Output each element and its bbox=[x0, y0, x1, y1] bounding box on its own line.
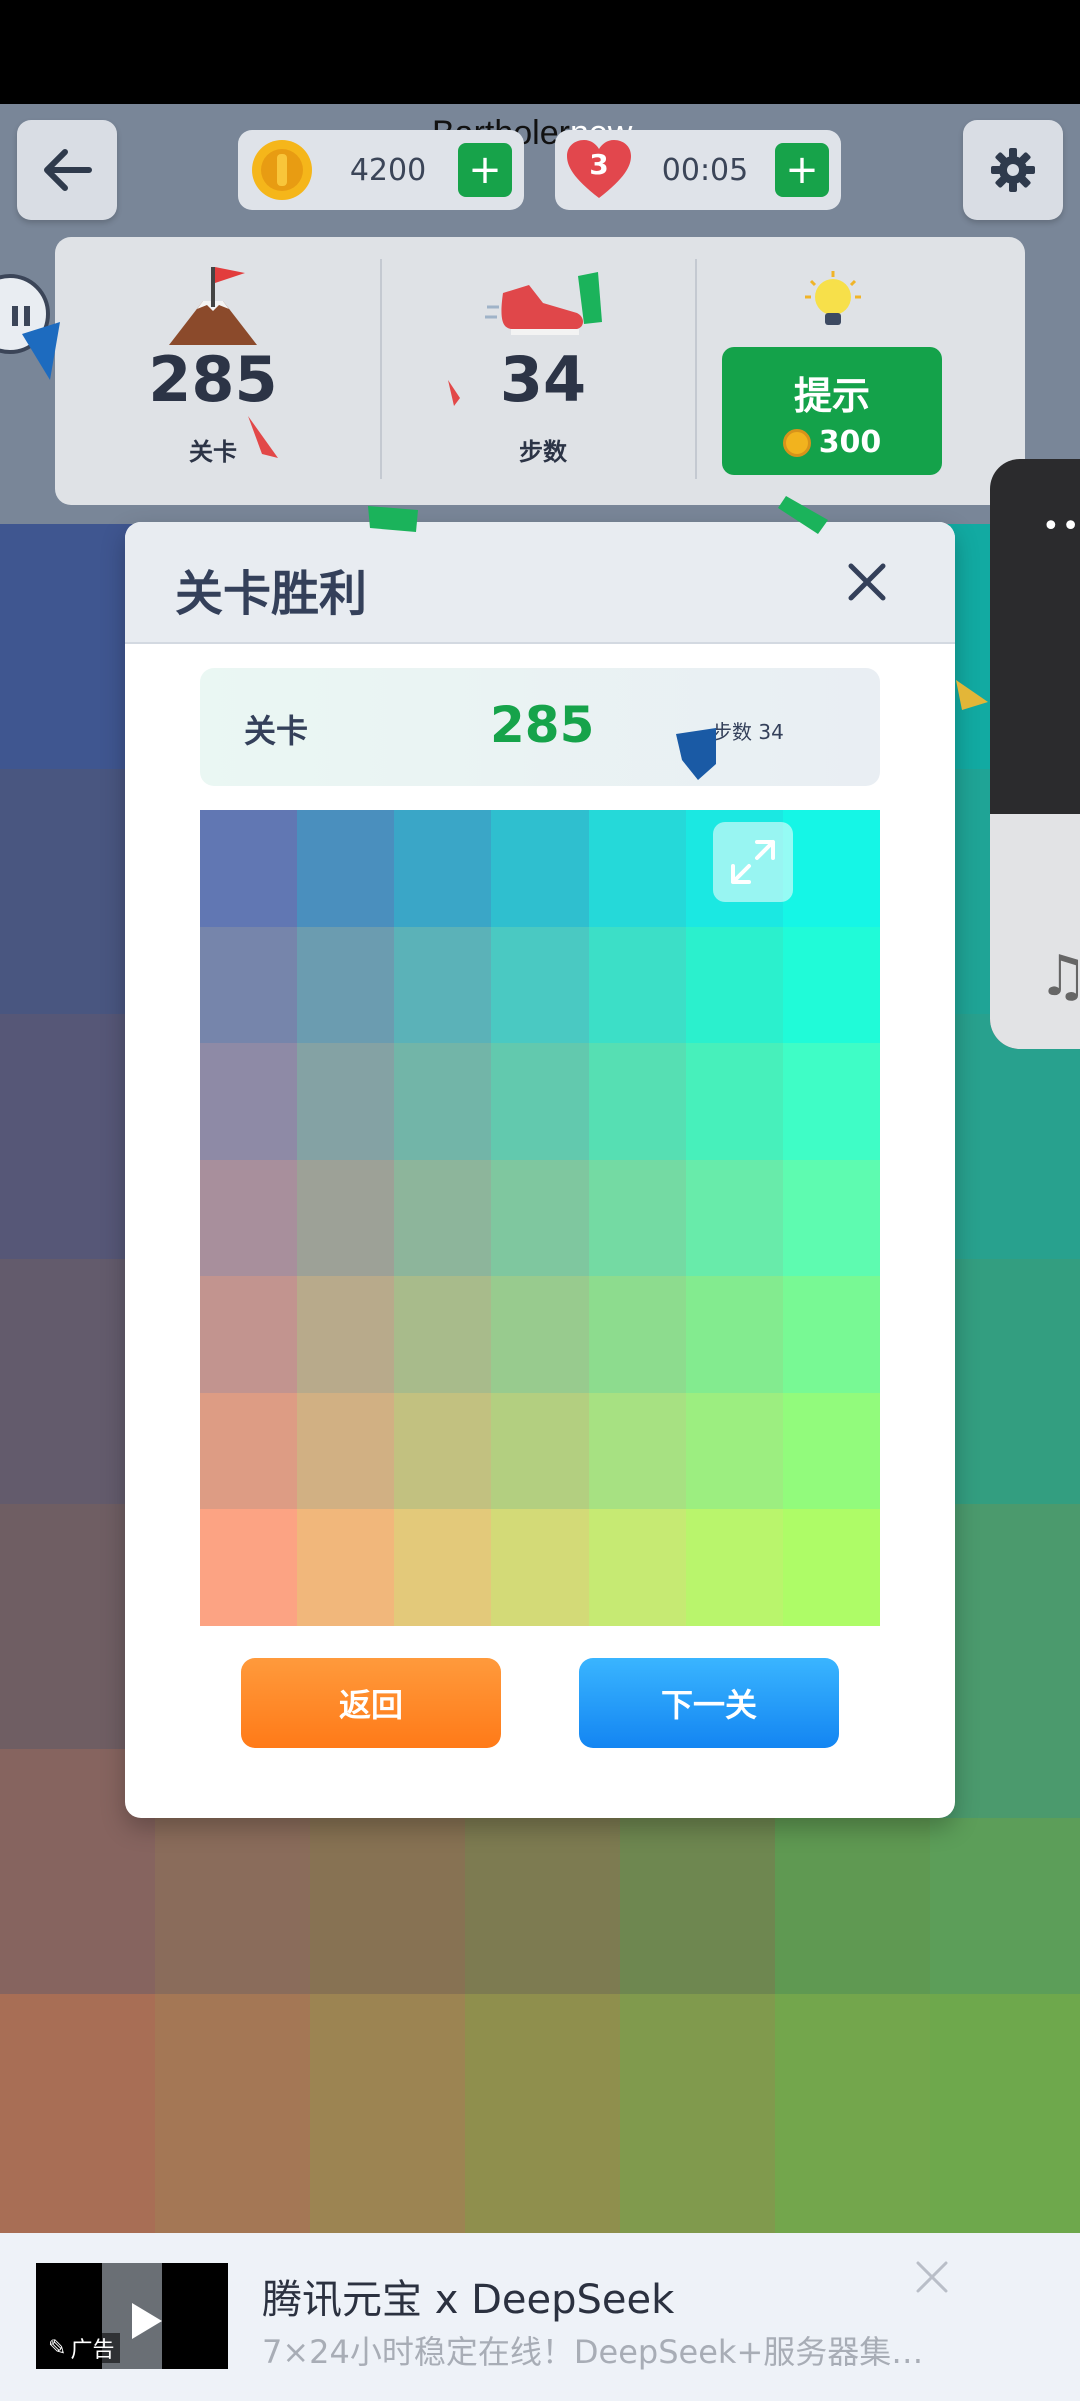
grid-tile bbox=[297, 1509, 395, 1626]
grid-tile bbox=[685, 1276, 783, 1393]
confetti-piece bbox=[578, 272, 602, 324]
confetti-piece bbox=[778, 496, 828, 534]
grid-tile bbox=[394, 1392, 492, 1510]
close-icon bbox=[916, 2261, 948, 2293]
grid-tile bbox=[685, 1509, 783, 1626]
grid-tile bbox=[491, 1509, 589, 1626]
grid-tile bbox=[297, 1392, 395, 1510]
grid-tile bbox=[297, 1043, 395, 1160]
grid-tile bbox=[782, 1392, 880, 1510]
grid-tile bbox=[491, 1043, 589, 1160]
grid-tile bbox=[297, 1276, 395, 1393]
grid-tile bbox=[200, 1159, 298, 1277]
grid-tile bbox=[588, 1043, 686, 1160]
ad-close-button[interactable] bbox=[910, 2255, 954, 2299]
confetti-piece bbox=[448, 380, 460, 406]
grid-tile bbox=[588, 1509, 686, 1626]
grid-tile bbox=[200, 1509, 298, 1626]
grid-tile bbox=[782, 1159, 880, 1277]
grid-tile bbox=[491, 1392, 589, 1510]
confetti-piece bbox=[248, 416, 278, 458]
grid-tile bbox=[782, 1509, 880, 1626]
grid-tile bbox=[491, 1276, 589, 1393]
grid-tile bbox=[394, 1509, 492, 1626]
grid-tile bbox=[394, 1276, 492, 1393]
confetti-piece bbox=[676, 728, 716, 780]
confetti-piece bbox=[22, 322, 60, 380]
grid-tile bbox=[685, 1159, 783, 1277]
confetti-piece bbox=[956, 680, 988, 710]
grid-tile bbox=[394, 1043, 492, 1160]
ad-logo-icon: ✎ bbox=[48, 2335, 67, 2361]
grid-tile bbox=[297, 1159, 395, 1277]
ad-label: ✎ 广告 bbox=[42, 2333, 121, 2363]
grid-tile bbox=[200, 1276, 298, 1393]
grid-tile bbox=[200, 1043, 298, 1160]
return-button[interactable]: 返回 bbox=[241, 1658, 501, 1748]
next-level-button[interactable]: 下一关 bbox=[579, 1658, 839, 1748]
grid-tile bbox=[588, 1276, 686, 1393]
ad-thumbnail[interactable]: ✎ 广告 bbox=[36, 2263, 228, 2369]
grid-tile bbox=[782, 1043, 880, 1160]
grid-tile bbox=[685, 1043, 783, 1160]
grid-tile bbox=[782, 1276, 880, 1393]
status-bar bbox=[0, 0, 1080, 104]
grid-tile bbox=[588, 1392, 686, 1510]
play-icon bbox=[132, 2303, 162, 2339]
ad-banner[interactable]: ✎ 广告 腾讯元宝 x DeepSeek 7×24小时稳定在线！DeepSeek… bbox=[0, 2233, 1080, 2401]
confetti-layer bbox=[22, 272, 988, 780]
ad-tag-text: 广告 bbox=[70, 2338, 115, 2363]
grid-tile bbox=[394, 1159, 492, 1277]
ad-title[interactable]: 腾讯元宝 x DeepSeek bbox=[262, 2267, 674, 2325]
grid-tile bbox=[491, 1159, 589, 1277]
grid-tile bbox=[685, 1392, 783, 1510]
grid-tile bbox=[200, 1392, 298, 1510]
confetti-piece bbox=[368, 506, 418, 532]
ad-description[interactable]: 7×24小时稳定在线！DeepSeek+服务器集… bbox=[262, 2327, 952, 2373]
game-screen: Bartholernew 4200 + 3 00:05 + bbox=[0, 104, 1080, 2233]
grid-tile bbox=[588, 1159, 686, 1277]
